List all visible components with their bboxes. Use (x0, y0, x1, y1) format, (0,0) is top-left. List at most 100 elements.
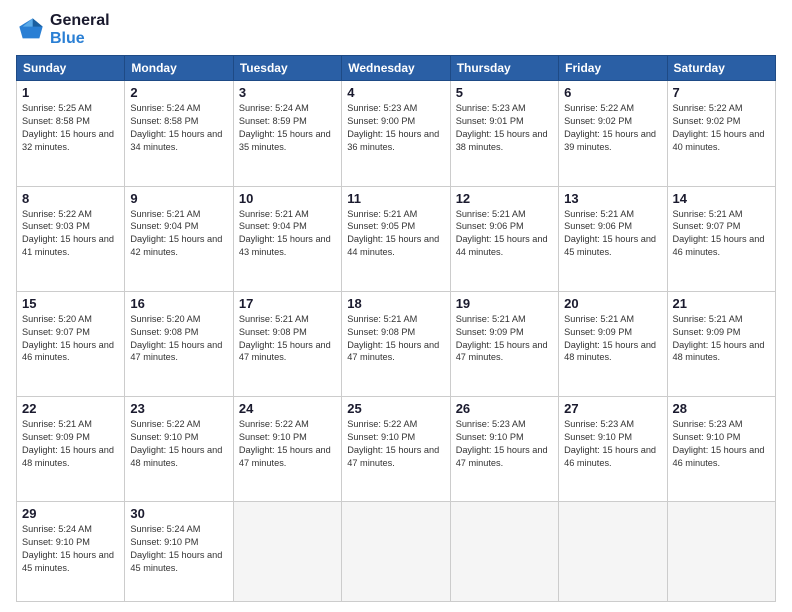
day-info: Sunrise: 5:24 AMSunset: 9:10 PMDaylight:… (22, 524, 114, 573)
calendar-week-3: 15 Sunrise: 5:20 AMSunset: 9:07 PMDaylig… (17, 291, 776, 396)
day-info: Sunrise: 5:22 AMSunset: 9:10 PMDaylight:… (347, 419, 439, 468)
day-number: 11 (347, 191, 444, 206)
calendar-week-5: 29 Sunrise: 5:24 AMSunset: 9:10 PMDaylig… (17, 502, 776, 602)
calendar-cell: 25 Sunrise: 5:22 AMSunset: 9:10 PMDaylig… (342, 397, 450, 502)
day-info: Sunrise: 5:22 AMSunset: 9:03 PMDaylight:… (22, 209, 114, 258)
day-number: 5 (456, 85, 553, 100)
day-number: 6 (564, 85, 661, 100)
calendar-cell: 16 Sunrise: 5:20 AMSunset: 9:08 PMDaylig… (125, 291, 233, 396)
day-number: 19 (456, 296, 553, 311)
day-number: 21 (673, 296, 770, 311)
calendar-cell: 20 Sunrise: 5:21 AMSunset: 9:09 PMDaylig… (559, 291, 667, 396)
calendar-cell: 8 Sunrise: 5:22 AMSunset: 9:03 PMDayligh… (17, 186, 125, 291)
calendar-cell: 18 Sunrise: 5:21 AMSunset: 9:08 PMDaylig… (342, 291, 450, 396)
day-number: 30 (130, 506, 227, 521)
day-info: Sunrise: 5:22 AMSunset: 9:10 PMDaylight:… (130, 419, 222, 468)
calendar-cell: 19 Sunrise: 5:21 AMSunset: 9:09 PMDaylig… (450, 291, 558, 396)
calendar-cell: 15 Sunrise: 5:20 AMSunset: 9:07 PMDaylig… (17, 291, 125, 396)
day-info: Sunrise: 5:21 AMSunset: 9:09 PMDaylight:… (456, 314, 548, 363)
calendar-cell: 4 Sunrise: 5:23 AMSunset: 9:00 PMDayligh… (342, 81, 450, 186)
calendar-week-2: 8 Sunrise: 5:22 AMSunset: 9:03 PMDayligh… (17, 186, 776, 291)
calendar-cell: 10 Sunrise: 5:21 AMSunset: 9:04 PMDaylig… (233, 186, 341, 291)
calendar-cell: 2 Sunrise: 5:24 AMSunset: 8:58 PMDayligh… (125, 81, 233, 186)
day-number: 20 (564, 296, 661, 311)
day-number: 17 (239, 296, 336, 311)
logo-text: General Blue (50, 12, 110, 47)
day-number: 29 (22, 506, 119, 521)
day-number: 22 (22, 401, 119, 416)
calendar-cell: 26 Sunrise: 5:23 AMSunset: 9:10 PMDaylig… (450, 397, 558, 502)
day-number: 13 (564, 191, 661, 206)
calendar-cell: 5 Sunrise: 5:23 AMSunset: 9:01 PMDayligh… (450, 81, 558, 186)
day-header-monday: Monday (125, 56, 233, 81)
day-info: Sunrise: 5:24 AMSunset: 9:10 PMDaylight:… (130, 524, 222, 573)
calendar-cell: 27 Sunrise: 5:23 AMSunset: 9:10 PMDaylig… (559, 397, 667, 502)
day-number: 14 (673, 191, 770, 206)
calendar-cell: 23 Sunrise: 5:22 AMSunset: 9:10 PMDaylig… (125, 397, 233, 502)
day-number: 12 (456, 191, 553, 206)
calendar-cell (450, 502, 558, 602)
day-number: 27 (564, 401, 661, 416)
day-info: Sunrise: 5:24 AMSunset: 8:59 PMDaylight:… (239, 103, 331, 152)
calendar-cell: 6 Sunrise: 5:22 AMSunset: 9:02 PMDayligh… (559, 81, 667, 186)
day-number: 25 (347, 401, 444, 416)
day-info: Sunrise: 5:23 AMSunset: 9:00 PMDaylight:… (347, 103, 439, 152)
logo-icon (16, 15, 46, 45)
day-info: Sunrise: 5:21 AMSunset: 9:08 PMDaylight:… (347, 314, 439, 363)
day-number: 2 (130, 85, 227, 100)
calendar-cell: 17 Sunrise: 5:21 AMSunset: 9:08 PMDaylig… (233, 291, 341, 396)
day-header-thursday: Thursday (450, 56, 558, 81)
calendar-cell: 22 Sunrise: 5:21 AMSunset: 9:09 PMDaylig… (17, 397, 125, 502)
day-info: Sunrise: 5:22 AMSunset: 9:02 PMDaylight:… (673, 103, 765, 152)
day-number: 4 (347, 85, 444, 100)
day-info: Sunrise: 5:20 AMSunset: 9:08 PMDaylight:… (130, 314, 222, 363)
day-info: Sunrise: 5:23 AMSunset: 9:01 PMDaylight:… (456, 103, 548, 152)
day-number: 9 (130, 191, 227, 206)
day-header-tuesday: Tuesday (233, 56, 341, 81)
calendar-cell (342, 502, 450, 602)
day-info: Sunrise: 5:23 AMSunset: 9:10 PMDaylight:… (564, 419, 656, 468)
day-info: Sunrise: 5:21 AMSunset: 9:06 PMDaylight:… (456, 209, 548, 258)
calendar-cell (233, 502, 341, 602)
calendar-cell: 7 Sunrise: 5:22 AMSunset: 9:02 PMDayligh… (667, 81, 775, 186)
day-number: 23 (130, 401, 227, 416)
day-header-friday: Friday (559, 56, 667, 81)
calendar-cell (667, 502, 775, 602)
calendar-cell (559, 502, 667, 602)
day-number: 10 (239, 191, 336, 206)
calendar-cell: 3 Sunrise: 5:24 AMSunset: 8:59 PMDayligh… (233, 81, 341, 186)
day-info: Sunrise: 5:21 AMSunset: 9:09 PMDaylight:… (22, 419, 114, 468)
calendar-week-1: 1 Sunrise: 5:25 AMSunset: 8:58 PMDayligh… (17, 81, 776, 186)
header: General Blue (16, 12, 776, 47)
calendar-cell: 11 Sunrise: 5:21 AMSunset: 9:05 PMDaylig… (342, 186, 450, 291)
day-number: 1 (22, 85, 119, 100)
calendar-cell: 24 Sunrise: 5:22 AMSunset: 9:10 PMDaylig… (233, 397, 341, 502)
logo: General Blue (16, 12, 110, 47)
day-info: Sunrise: 5:21 AMSunset: 9:09 PMDaylight:… (673, 314, 765, 363)
day-info: Sunrise: 5:22 AMSunset: 9:02 PMDaylight:… (564, 103, 656, 152)
day-header-wednesday: Wednesday (342, 56, 450, 81)
calendar-cell: 28 Sunrise: 5:23 AMSunset: 9:10 PMDaylig… (667, 397, 775, 502)
day-number: 15 (22, 296, 119, 311)
calendar-cell: 29 Sunrise: 5:24 AMSunset: 9:10 PMDaylig… (17, 502, 125, 602)
calendar-cell: 30 Sunrise: 5:24 AMSunset: 9:10 PMDaylig… (125, 502, 233, 602)
day-number: 18 (347, 296, 444, 311)
calendar-table: SundayMondayTuesdayWednesdayThursdayFrid… (16, 55, 776, 602)
day-info: Sunrise: 5:20 AMSunset: 9:07 PMDaylight:… (22, 314, 114, 363)
day-info: Sunrise: 5:25 AMSunset: 8:58 PMDaylight:… (22, 103, 114, 152)
day-number: 28 (673, 401, 770, 416)
calendar-cell: 21 Sunrise: 5:21 AMSunset: 9:09 PMDaylig… (667, 291, 775, 396)
day-number: 3 (239, 85, 336, 100)
calendar-cell: 14 Sunrise: 5:21 AMSunset: 9:07 PMDaylig… (667, 186, 775, 291)
calendar-cell: 1 Sunrise: 5:25 AMSunset: 8:58 PMDayligh… (17, 81, 125, 186)
day-header-sunday: Sunday (17, 56, 125, 81)
day-info: Sunrise: 5:21 AMSunset: 9:06 PMDaylight:… (564, 209, 656, 258)
day-number: 24 (239, 401, 336, 416)
day-number: 8 (22, 191, 119, 206)
day-info: Sunrise: 5:21 AMSunset: 9:07 PMDaylight:… (673, 209, 765, 258)
day-info: Sunrise: 5:23 AMSunset: 9:10 PMDaylight:… (456, 419, 548, 468)
day-info: Sunrise: 5:21 AMSunset: 9:04 PMDaylight:… (239, 209, 331, 258)
day-info: Sunrise: 5:21 AMSunset: 9:05 PMDaylight:… (347, 209, 439, 258)
page: General Blue SundayMondayTuesdayWednesda… (0, 0, 792, 612)
day-info: Sunrise: 5:21 AMSunset: 9:04 PMDaylight:… (130, 209, 222, 258)
